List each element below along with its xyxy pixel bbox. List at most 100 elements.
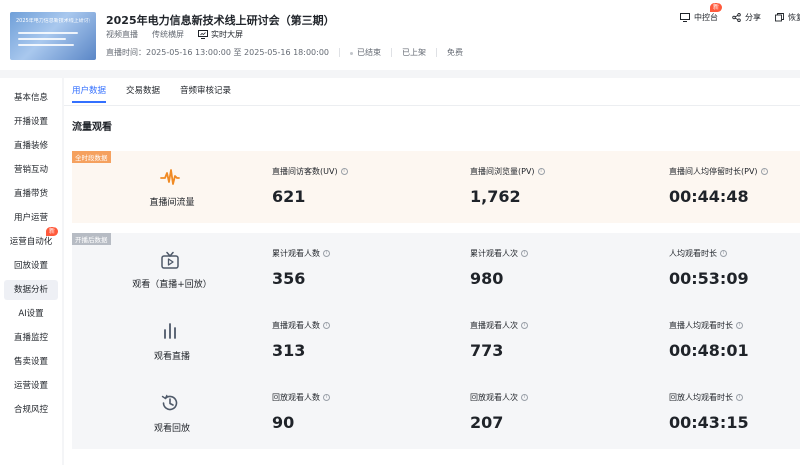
metric-value: 207 xyxy=(470,413,504,432)
sidebar-item-label: 营销互动 xyxy=(13,165,48,175)
sidebar-item-label: 运营设置 xyxy=(13,381,48,391)
metric-value: 980 xyxy=(470,269,504,288)
metric-label: 直播间访客数(UV) i xyxy=(272,166,348,177)
sidebar-item-decoration[interactable]: 直播装修 xyxy=(4,136,58,156)
info-icon[interactable]: i xyxy=(340,168,348,175)
sidebar-item-label: AI设置 xyxy=(18,309,44,319)
live-status: 已结束 xyxy=(350,47,381,58)
sidebar-item-label: 开播设置 xyxy=(13,117,48,127)
sidebar-item-label: 基本信息 xyxy=(13,93,48,103)
waveform-icon xyxy=(160,169,180,185)
sidebar-item-analytics[interactable]: 数据分析 xyxy=(4,280,58,300)
row-label: 观看直播 xyxy=(72,305,272,377)
console-label: 中控台 xyxy=(694,13,718,22)
console-button[interactable]: 中控台 新 xyxy=(680,3,723,23)
sidebar-item-commerce[interactable]: 直播带货 xyxy=(4,184,58,204)
share-icon xyxy=(732,13,741,22)
row-name: 直播间流量 xyxy=(149,198,195,208)
info-icon[interactable]: i xyxy=(521,394,528,401)
realtime-screen-link[interactable]: 实时大屏 xyxy=(198,29,243,40)
share-button[interactable]: 分享 xyxy=(732,12,761,23)
info-icon[interactable]: i xyxy=(736,322,743,329)
sidebar-item-compliance[interactable]: 合规风控 xyxy=(4,400,58,420)
metric-label-text: 回放观看人次 xyxy=(470,393,518,402)
metric-row: 直播间流量 直播间访客数(UV) i 621 直播间浏览量(PV) i 1,762 … xyxy=(72,151,800,223)
after-start-block: 开播后数据 观看（直播+回放） 累计观看人数 i 356 累计观看人次 i 980 xyxy=(72,233,800,449)
restore-label: 恢复 xyxy=(788,13,800,22)
tab-divider xyxy=(64,105,800,106)
metric-value: 773 xyxy=(470,341,504,360)
sidebar-item-sales[interactable]: 售卖设置 xyxy=(4,352,58,372)
sidebar-item-replay[interactable]: 回放设置 xyxy=(4,256,58,276)
row-name: 观看（直播+回放） xyxy=(132,280,212,290)
metric-label-text: 回放观看人数 xyxy=(272,393,320,402)
metric-label-text: 回放人均观看时长 xyxy=(669,393,733,402)
sidebar-item-monitoring[interactable]: 直播监控 xyxy=(4,328,58,348)
info-icon[interactable]: i xyxy=(323,250,330,257)
row-label: 观看回放 xyxy=(72,377,272,449)
restore-icon xyxy=(775,13,784,22)
restore-button[interactable]: 恢复 xyxy=(775,12,800,23)
history-icon xyxy=(161,394,178,411)
metric-label: 直播观看人数 i xyxy=(272,320,330,331)
row-name: 观看直播 xyxy=(153,352,190,362)
info-icon[interactable]: i xyxy=(323,394,330,401)
new-badge: 新 xyxy=(710,3,723,12)
sidebar-item-ai[interactable]: AI设置 xyxy=(4,304,58,324)
metric-label: 回放观看人次 i xyxy=(470,392,528,403)
sidebar-item-label: 用户运营 xyxy=(13,213,48,223)
metric-label: 回放观看人数 i xyxy=(272,392,330,403)
metric-row: 观看（直播+回放） 累计观看人数 i 356 累计观看人次 i 980 人均观看时长… xyxy=(72,233,800,305)
metric-value: 00:43:15 xyxy=(669,413,749,432)
monitor-icon xyxy=(680,13,690,22)
info-icon[interactable]: i xyxy=(521,322,528,329)
metric-label: 回放人均观看时长 i xyxy=(669,392,743,403)
metric-label: 直播间人均停留时长(PV) i xyxy=(669,166,768,177)
tab-audio-review[interactable]: 音频审核记录 xyxy=(180,84,231,103)
thumbnail-decoration xyxy=(18,38,66,40)
divider xyxy=(391,48,393,57)
row-label: 观看（直播+回放） xyxy=(72,233,272,305)
monitor-icon xyxy=(198,30,208,39)
info-icon[interactable]: i xyxy=(760,168,768,175)
metric-label-text: 累计观看人次 xyxy=(470,249,518,258)
info-icon[interactable]: i xyxy=(323,322,330,329)
metric-label: 人均观看时长 i xyxy=(669,248,727,259)
metric-value: 90 xyxy=(272,413,295,432)
metric-label-text: 累计观看人数 xyxy=(272,249,320,258)
metric-row: 观看直播 直播观看人数 i 313 直播观看人次 i 773 直播人均观看时长 i 0… xyxy=(72,305,800,377)
info-icon[interactable]: i xyxy=(720,250,727,257)
metric-label-text: 直播间人均停留时长(PV) xyxy=(669,167,758,176)
bar-chart-icon xyxy=(164,323,176,339)
live-title: 2025年电力信息新技术线上研讨会（第三期） xyxy=(106,14,335,27)
sidebar-item-broadcast-settings[interactable]: 开播设置 xyxy=(4,112,58,132)
sidebar-item-user-ops[interactable]: 用户运营 xyxy=(4,208,58,228)
sidebar-item-marketing[interactable]: 营销互动 xyxy=(4,160,58,180)
row-label: 直播间流量 xyxy=(72,151,272,223)
live-thumbnail[interactable]: 2025年电力信息新技术线上研讨会（第三期） xyxy=(10,12,96,60)
metric-value: 00:44:48 xyxy=(669,187,749,206)
info-icon[interactable]: i xyxy=(736,394,743,401)
metric-value: 313 xyxy=(272,341,306,360)
sidebar-item-automation[interactable]: 运营自动化新 xyxy=(4,227,59,252)
tv-play-icon xyxy=(161,251,179,269)
realtime-screen-label: 实时大屏 xyxy=(211,30,243,39)
sidebar-item-label: 数据分析 xyxy=(13,285,48,295)
sidebar-item-operations[interactable]: 运营设置 xyxy=(4,376,58,396)
info-icon[interactable]: i xyxy=(521,250,528,257)
tag-orientation: 传统横屏 xyxy=(152,30,184,39)
tab-transaction-data[interactable]: 交易数据 xyxy=(126,84,160,103)
thumbnail-title: 2025年电力信息新技术线上研讨会（第三期） xyxy=(16,18,90,24)
thumbnail-decoration xyxy=(18,44,74,46)
info-icon[interactable]: i xyxy=(537,168,545,175)
sidebar: 基本信息 开播设置 直播装修 营销互动 直播带货 用户运营 运营自动化新 回放设… xyxy=(0,78,62,465)
sidebar-item-basic-info[interactable]: 基本信息 xyxy=(4,88,58,108)
sidebar-item-label: 运营自动化 xyxy=(9,237,53,247)
tab-user-data[interactable]: 用户数据 xyxy=(72,84,107,103)
tab-bar: 用户数据 交易数据 音频审核记录 xyxy=(72,84,231,103)
metric-label-text: 直播观看人数 xyxy=(272,321,320,330)
status-dot xyxy=(350,52,354,55)
sidebar-item-label: 直播装修 xyxy=(13,141,48,151)
live-header: 2025年电力信息新技术线上研讨会（第三期） 2025年电力信息新技术线上研讨会… xyxy=(0,0,800,70)
sidebar-item-label: 回放设置 xyxy=(13,261,48,271)
